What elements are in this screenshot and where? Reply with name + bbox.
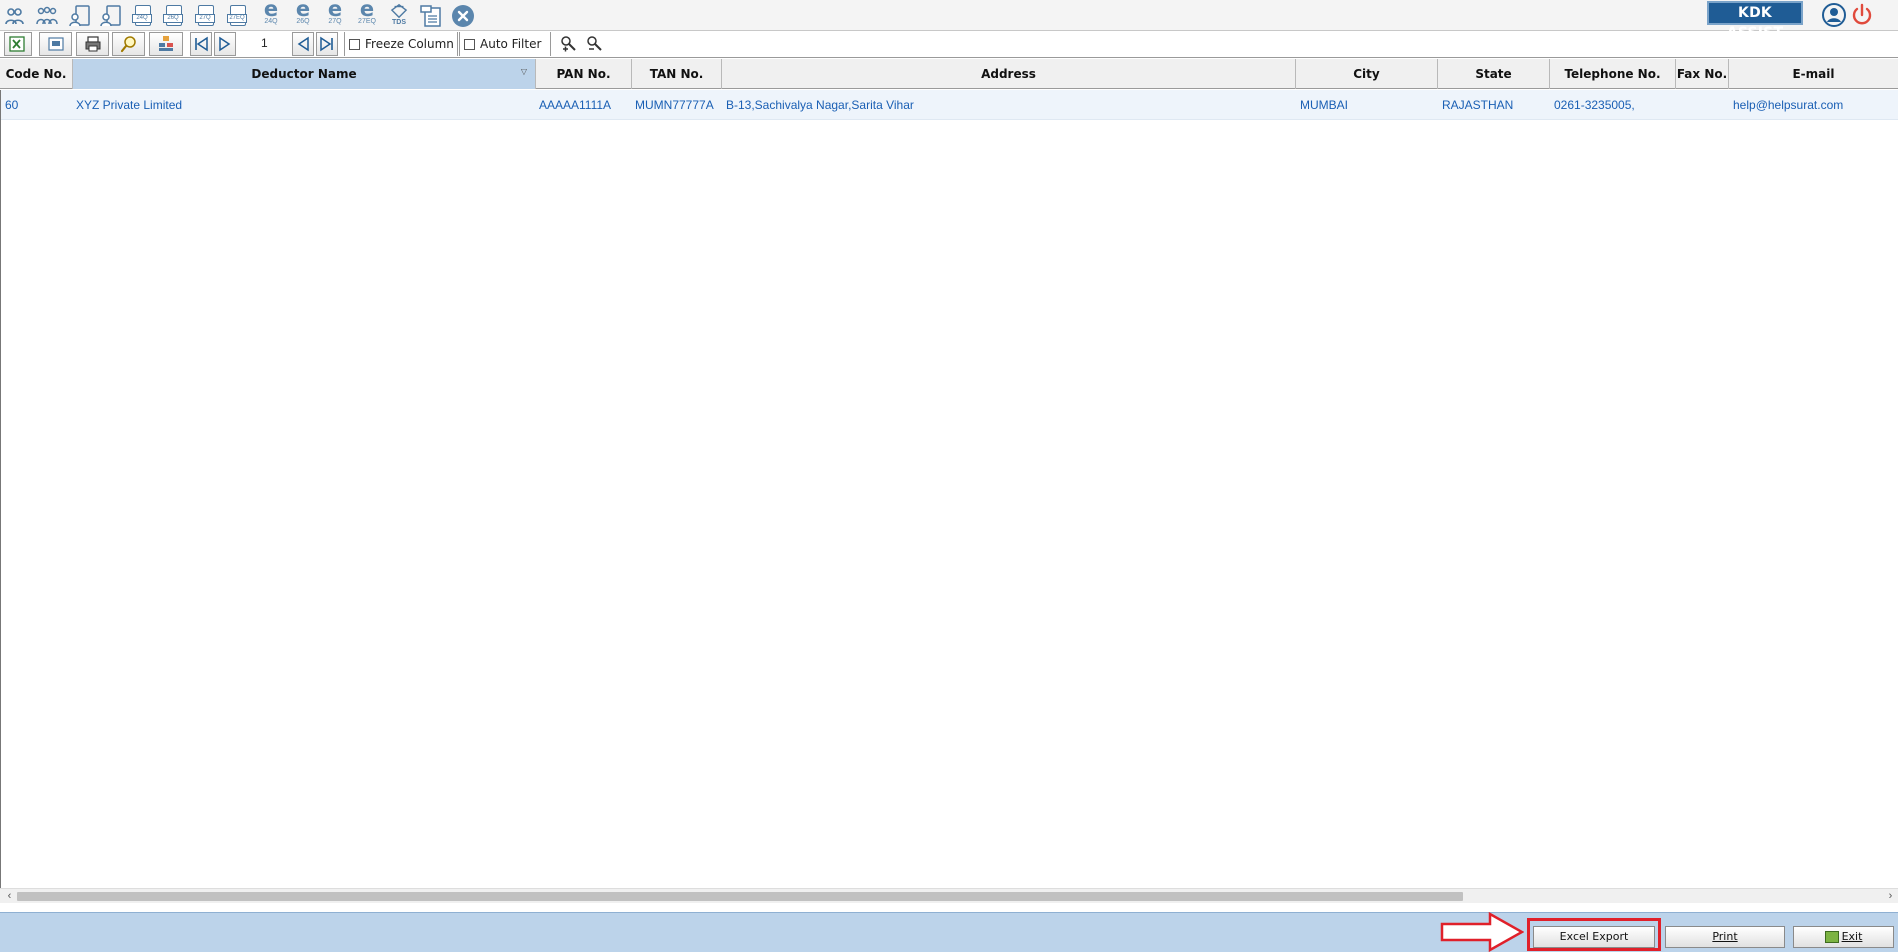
user-icon[interactable] <box>1822 3 1846 27</box>
form-24q-icon[interactable]: 24Q <box>131 4 155 28</box>
cell-fax <box>1676 90 1729 120</box>
deductor-group-icon[interactable] <box>34 3 60 29</box>
auto-filter-toggle[interactable]: Auto Filter <box>459 32 551 56</box>
cell-code: 60 <box>5 98 19 112</box>
scroll-left-icon[interactable]: ‹ <box>2 889 17 904</box>
column-header-email[interactable]: E-mail <box>1729 59 1898 89</box>
cell-telephone: 0261-3235005, <box>1554 98 1635 112</box>
power-icon[interactable] <box>1850 3 1874 27</box>
last-page-icon[interactable] <box>316 32 338 56</box>
cell-address: B-13,Sachivalya Nagar,Sarita Vihar <box>726 98 914 112</box>
form-27eq-icon[interactable]: 27EQ <box>226 4 250 28</box>
scroll-right-icon[interactable]: › <box>1883 889 1898 904</box>
cell-state: RAJASTHAN <box>1442 98 1514 112</box>
column-header-telephone[interactable]: Telephone No. <box>1550 59 1676 89</box>
e-24q-icon[interactable]: e 24Q <box>257 0 285 29</box>
e-27q-icon[interactable]: e 27Q <box>321 0 349 29</box>
filter-icon[interactable]: ▽ <box>521 67 527 76</box>
exit-button[interactable]: Exit <box>1793 926 1894 948</box>
column-header-pan[interactable]: PAN No. <box>536 59 632 89</box>
column-header-code[interactable]: Code No. <box>0 59 73 89</box>
next-page-icon[interactable] <box>214 32 236 56</box>
employee-icon[interactable] <box>67 3 93 29</box>
print-button[interactable]: Print <box>1665 926 1785 948</box>
column-header-fax[interactable]: Fax No. <box>1676 59 1729 89</box>
horizontal-scrollbar[interactable]: ‹ › <box>0 888 1898 903</box>
cell-email: help@helpsurat.com <box>1733 98 1844 112</box>
column-header-state[interactable]: State <box>1438 59 1550 89</box>
cell-deductor-name: XYZ Private Limited <box>76 98 183 112</box>
search-icon[interactable] <box>112 32 145 56</box>
cell-city: MUMBAI <box>1300 98 1348 112</box>
form-27q-icon[interactable]: 27Q <box>194 4 218 28</box>
find-next-icon[interactable] <box>584 32 606 56</box>
freeze-column-label: Freeze Column <box>365 37 454 51</box>
first-page-icon[interactable] <box>190 32 212 56</box>
freeze-column-checkbox[interactable] <box>349 38 360 50</box>
auto-filter-label: Auto Filter <box>480 37 542 51</box>
e-26q-icon[interactable]: e 26Q <box>289 0 317 29</box>
scrollbar-thumb[interactable] <box>17 892 1463 901</box>
find-icon[interactable] <box>558 32 580 56</box>
exit-icon <box>1824 931 1839 943</box>
excel-icon[interactable] <box>4 32 32 56</box>
report-icon[interactable] <box>418 3 444 29</box>
app-window: 24Q 26Q 27Q 27EQ e 24Q e 26Q e 27Q e 27EQ TD… <box>0 0 1898 952</box>
kdk-assist-button[interactable]: KDK ASSIST <box>1707 1 1803 41</box>
auto-filter-checkbox[interactable] <box>464 38 475 50</box>
party-icon[interactable] <box>98 3 124 29</box>
annotation-arrow-icon <box>1440 912 1524 952</box>
main-toolbar: 24Q 26Q 27Q 27EQ e 24Q e 26Q e 27Q e 27EQ TD… <box>0 0 1898 41</box>
column-chooser-icon[interactable] <box>149 32 183 56</box>
tds-icon[interactable]: TDS <box>386 2 412 28</box>
csv-icon[interactable] <box>39 32 72 56</box>
e-27eq-icon[interactable]: e 27EQ <box>353 0 381 29</box>
deductor-icon[interactable] <box>2 3 28 29</box>
previous-page-icon[interactable] <box>292 32 314 56</box>
freeze-column-toggle[interactable]: Freeze Column <box>344 32 458 56</box>
form-26q-icon[interactable]: 26Q <box>162 4 186 28</box>
column-header-city[interactable]: City <box>1296 59 1438 89</box>
table-row[interactable]: 60 XYZ Private Limited AAAAA1111A MUMN77… <box>1 90 1898 120</box>
grid-toolbar: 1 Freeze Column Auto Filter <box>0 31 1898 58</box>
page-number-input[interactable]: 1 <box>240 33 288 55</box>
column-header-deductor-name[interactable]: Deductor Name ▽ <box>73 59 536 89</box>
print-icon[interactable] <box>76 32 109 56</box>
annotation-highlight <box>1527 918 1661 951</box>
grid-body: 60 XYZ Private Limited AAAAA1111A MUMN77… <box>0 90 1898 888</box>
column-header-tan[interactable]: TAN No. <box>632 59 722 89</box>
close-icon[interactable] <box>450 3 476 29</box>
cell-pan: AAAAA1111A <box>539 98 612 112</box>
column-header-address[interactable]: Address <box>722 59 1296 89</box>
grid-header: Code No. Deductor Name ▽ PAN No. TAN No.… <box>0 59 1898 89</box>
cell-tan: MUMN77777A <box>635 98 714 112</box>
